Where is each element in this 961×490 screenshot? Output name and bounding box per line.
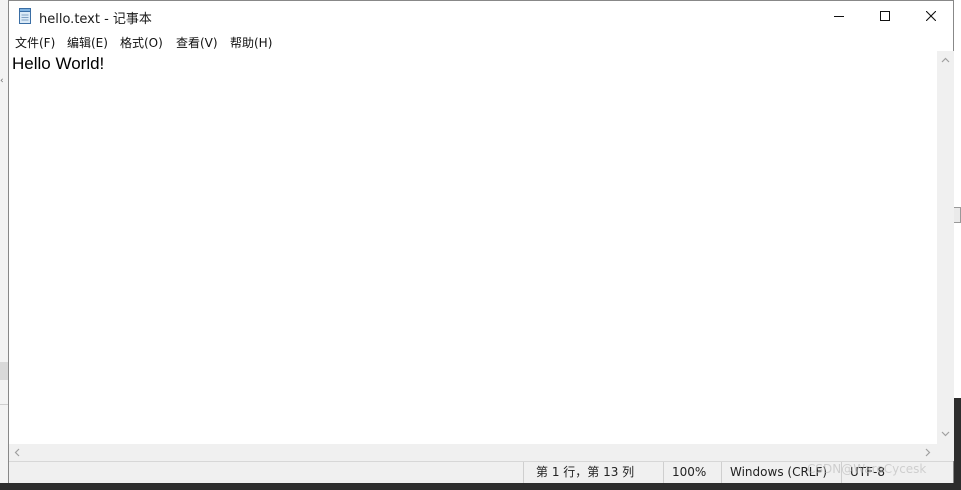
close-icon: [926, 11, 936, 21]
chevron-left-icon: ‹: [0, 76, 4, 86]
scroll-right-icon[interactable]: [925, 448, 931, 457]
title-bar[interactable]: hello.text - 记事本: [9, 1, 953, 31]
menu-help[interactable]: 帮助(H): [230, 34, 272, 51]
window-title: hello.text - 记事本: [39, 12, 152, 27]
menu-file[interactable]: 文件(F): [15, 34, 55, 51]
menu-format[interactable]: 格式(O): [120, 34, 163, 51]
menu-bar: 文件(F) 编辑(E) 格式(O) 查看(V) 帮助(H): [9, 31, 953, 51]
horizontal-scrollbar[interactable]: [9, 444, 937, 461]
menu-view[interactable]: 查看(V): [176, 34, 218, 51]
background-right-dark: [954, 398, 961, 490]
background-left-strip: ‹: [0, 0, 8, 490]
maximize-button[interactable]: [862, 1, 908, 31]
text-editor[interactable]: Hello World!: [9, 51, 937, 444]
zoom-level: 100%: [663, 462, 721, 483]
minimize-icon: [834, 16, 844, 17]
background-band: [0, 362, 8, 380]
background-resize-handle: [953, 207, 961, 223]
vertical-scrollbar[interactable]: [937, 51, 954, 444]
scroll-down-icon[interactable]: [941, 431, 950, 437]
cursor-position: 第 1 行，第 13 列: [523, 462, 663, 483]
maximize-icon: [880, 11, 890, 21]
editor-content[interactable]: Hello World!: [12, 54, 104, 74]
close-button[interactable]: [908, 1, 954, 31]
minimize-button[interactable]: [816, 1, 862, 31]
menu-edit[interactable]: 编辑(E): [67, 34, 108, 51]
notepad-window: hello.text - 记事本 文件(F) 编辑(E) 格式(O) 查看(V)…: [8, 0, 954, 483]
scroll-up-icon[interactable]: [941, 57, 950, 63]
scrollbar-corner: [937, 444, 954, 461]
watermark-text: CSDN@WareCycesk: [807, 462, 927, 476]
desktop-taskbar-edge: [0, 483, 961, 490]
notepad-icon[interactable]: [18, 8, 32, 24]
background-divider: [0, 404, 8, 405]
scroll-left-icon[interactable]: [14, 448, 20, 457]
